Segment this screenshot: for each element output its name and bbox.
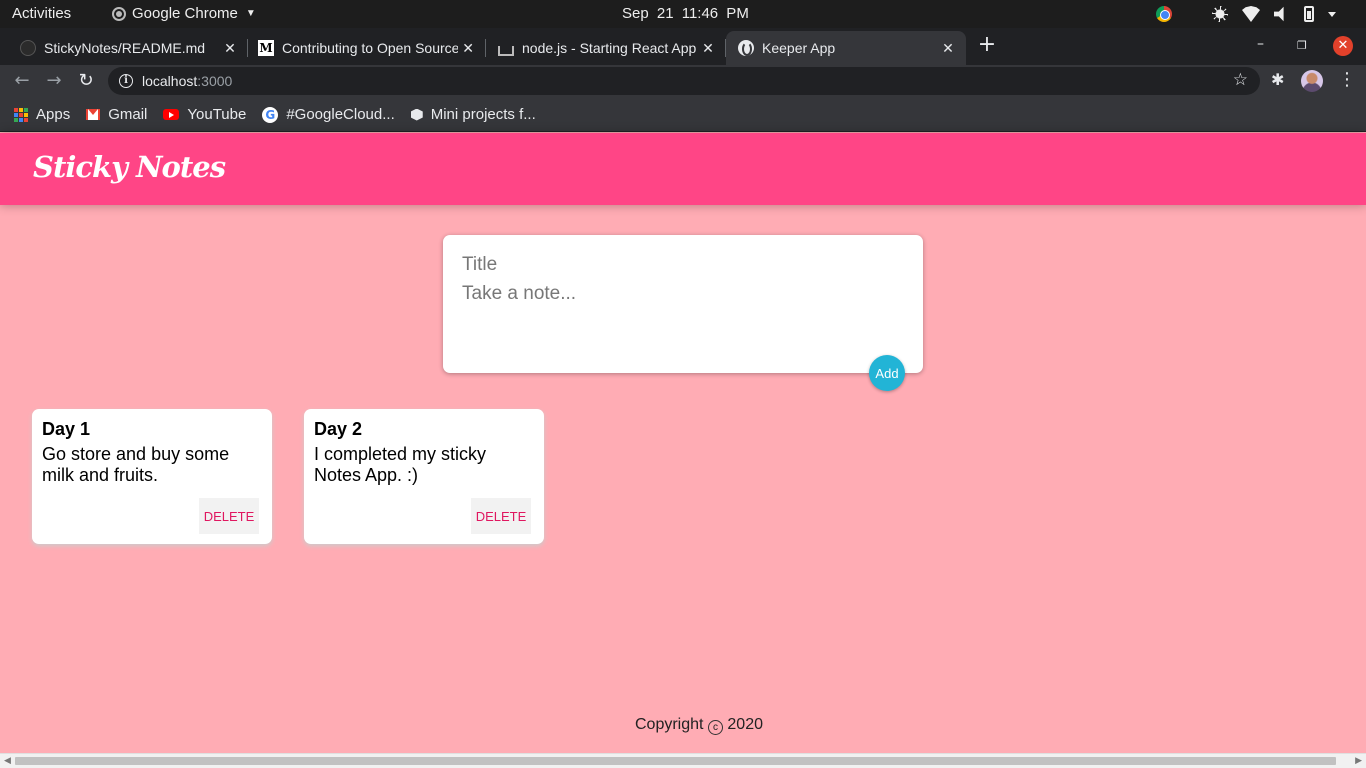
- window-close-icon[interactable]: ✕: [1333, 36, 1353, 56]
- chevron-down-icon: ▼: [245, 8, 256, 19]
- clock-time: 11:46 PM: [681, 5, 749, 22]
- url-text[interactable]: localhost:3000: [142, 73, 232, 89]
- bookmark-label: Mini projects f...: [430, 106, 536, 123]
- bookmark-youtube[interactable]: YouTube: [163, 106, 246, 123]
- bookmark-label: Gmail: [108, 106, 148, 123]
- bookmark-folder-icon: [410, 108, 423, 121]
- copyright-year: 2020: [727, 716, 763, 733]
- night-light-icon: [1212, 6, 1228, 22]
- app-menu-label: Google Chrome: [132, 5, 238, 22]
- page-footer: Copyright c 2020: [0, 716, 1366, 735]
- forward-icon[interactable]: →: [43, 71, 65, 93]
- close-icon[interactable]: ✕: [698, 40, 718, 57]
- bookmark-label: YouTube: [187, 106, 247, 123]
- github-icon: [20, 40, 36, 56]
- tab-contributing[interactable]: M Contributing to Open Source ✕: [238, 31, 486, 65]
- tab-keeper-app[interactable]: Keeper App ✕: [726, 31, 966, 65]
- tab-title: node.js - Starting React App: [522, 40, 697, 56]
- bookmark-mini-projects[interactable]: Mini projects f...: [410, 106, 536, 123]
- address-bar[interactable]: i localhost:3000 ☆: [108, 67, 1260, 95]
- copyright-symbol: c: [707, 720, 723, 735]
- browser-toolbar: ← → ↻ i localhost:3000 ☆: [0, 65, 1366, 98]
- more-menu-icon[interactable]: ⋮: [1338, 71, 1356, 89]
- tab-title: Contributing to Open Source: [282, 40, 459, 56]
- youtube-icon: [163, 109, 180, 120]
- volume-icon: [1274, 6, 1284, 22]
- reload-icon[interactable]: ↻: [75, 71, 97, 93]
- note-content-input[interactable]: [462, 283, 902, 353]
- bookmark-gmail[interactable]: Gmail: [86, 106, 147, 123]
- medium-icon: M: [258, 40, 274, 56]
- bookmark-star-icon[interactable]: ☆: [1233, 70, 1248, 90]
- close-icon[interactable]: ✕: [938, 40, 958, 57]
- url-host: localhost: [142, 73, 198, 89]
- back-icon[interactable]: ←: [11, 71, 33, 93]
- bookmark-label: Apps: [36, 106, 71, 123]
- horizontal-scrollbar[interactable]: ◀ ▶: [0, 753, 1366, 768]
- scroll-right-icon[interactable]: ▶: [1355, 754, 1362, 768]
- note-card: Day 2 I completed my sticky Notes App. :…: [304, 409, 544, 544]
- stackoverflow-icon: [498, 46, 514, 56]
- system-tray[interactable]: [1156, 6, 1336, 22]
- app-title: Sticky Notes: [33, 150, 226, 184]
- copyright-text: Copyright: [635, 716, 704, 733]
- profile-avatar[interactable]: [1301, 70, 1323, 92]
- note-content: Go store and buy some milk and fruits.: [42, 444, 230, 485]
- wifi-icon: [1242, 6, 1260, 22]
- bookmark-googlecloud[interactable]: G #GoogleCloud...: [262, 106, 395, 123]
- tray-menu-chevron-icon[interactable]: [1328, 11, 1336, 17]
- chrome-tray-icon[interactable]: [1156, 6, 1172, 22]
- apps-icon: [14, 107, 28, 122]
- bookmarks-bar: Apps Gmail YouTube G #GoogleCloud... Min…: [0, 98, 1366, 132]
- close-icon[interactable]: ✕: [458, 40, 478, 57]
- chrome-icon: [112, 6, 126, 21]
- system-top-bar: Activities Google Chrome ▼ Sep 21 11:46 …: [0, 0, 1366, 28]
- app-menu[interactable]: Google Chrome ▼: [112, 5, 256, 22]
- tab-strip: StickyNotes/README.md ✕ M Contributing t…: [0, 28, 1366, 65]
- tab-readme[interactable]: StickyNotes/README.md ✕: [0, 31, 248, 65]
- maximize-icon[interactable]: ❐: [1297, 39, 1307, 52]
- app-header: Sticky Notes: [0, 133, 1366, 205]
- extensions-puzzle-icon[interactable]: ✱: [1271, 72, 1287, 88]
- clock-date: Sep 21: [622, 5, 674, 22]
- note-title: Day 1: [42, 419, 91, 439]
- new-tab-icon[interactable]: +: [976, 34, 998, 56]
- bookmark-label: #GoogleCloud...: [286, 106, 395, 123]
- note-title-input[interactable]: [462, 253, 902, 277]
- tab-title: Keeper App: [762, 40, 836, 56]
- activities-button[interactable]: Activities: [12, 5, 71, 22]
- add-note-button[interactable]: Add: [869, 355, 905, 391]
- tab-nodejs[interactable]: node.js - Starting React App ✕: [478, 31, 726, 65]
- globe-icon: [738, 40, 754, 56]
- create-note-form: [443, 235, 923, 373]
- clock[interactable]: Sep 21 11:46 PM: [622, 5, 749, 22]
- battery-icon: [1304, 6, 1314, 22]
- delete-note-button[interactable]: DELETE: [471, 498, 531, 534]
- gmail-icon: [86, 109, 101, 120]
- bookmark-apps[interactable]: Apps: [14, 106, 70, 123]
- close-icon[interactable]: ✕: [220, 40, 240, 57]
- note-card: Day 1 Go store and buy some milk and fru…: [32, 409, 272, 544]
- url-port: :3000: [197, 73, 233, 89]
- info-icon[interactable]: i: [119, 74, 133, 88]
- note-content: I completed my sticky Notes App. :): [314, 444, 487, 485]
- scrollbar-thumb[interactable]: [15, 757, 1336, 765]
- note-title: Day 2: [314, 419, 363, 439]
- delete-note-button[interactable]: DELETE: [199, 498, 259, 534]
- tab-title: StickyNotes/README.md: [44, 40, 206, 56]
- google-icon: G: [262, 106, 279, 123]
- scroll-left-icon[interactable]: ◀: [4, 754, 11, 768]
- minimize-icon[interactable]: –: [1257, 36, 1264, 52]
